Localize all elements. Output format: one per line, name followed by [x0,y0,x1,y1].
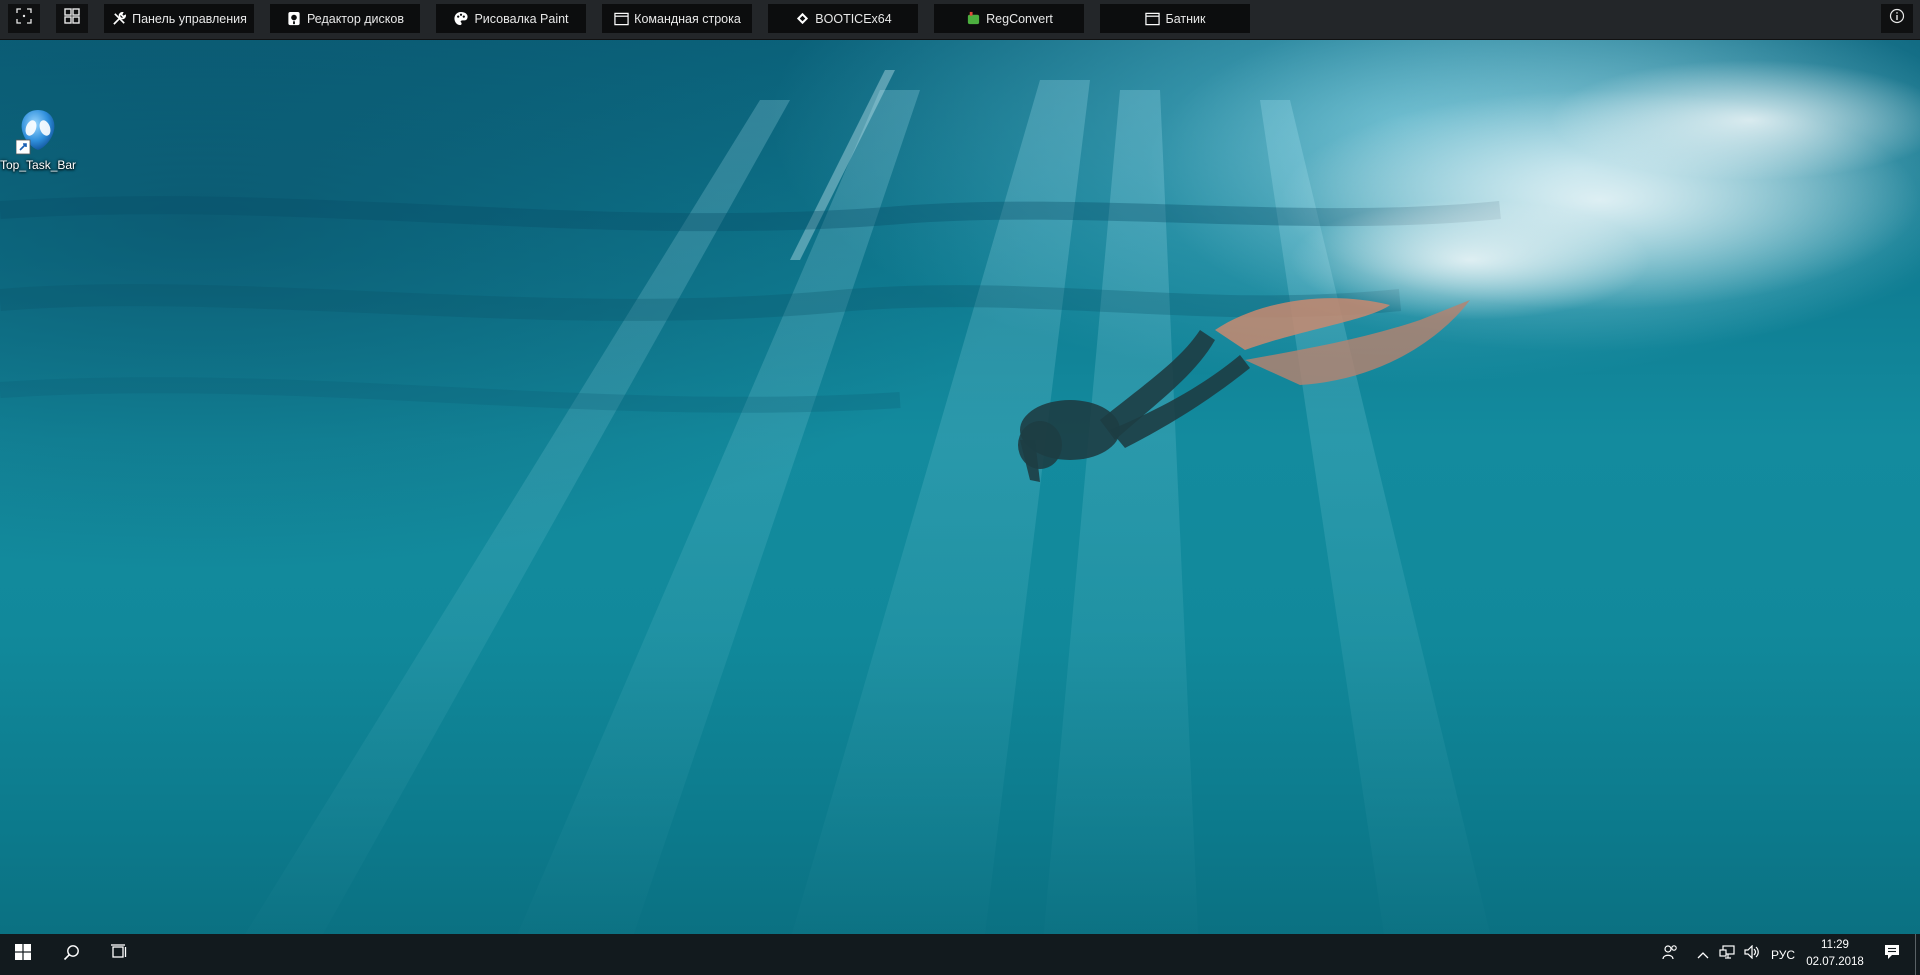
disk-editor-button[interactable]: Редактор дисков [270,4,420,33]
people-button[interactable] [1655,934,1685,975]
desktop-screen: Панель управления Редактор дисков Рисова… [0,0,1920,975]
paint-label: Рисовалка Paint [474,11,569,26]
clock[interactable]: 11:29 02.07.2018 [1795,937,1875,971]
control-panel-label: Панель управления [132,11,247,26]
notifications-icon [1884,944,1900,965]
top-task-bar: Панель управления Редактор дисков Рисова… [0,0,1920,40]
info-button[interactable] [1881,4,1913,33]
volume-button[interactable] [1740,934,1764,975]
task-view-icon [110,944,128,965]
tile-grid-button[interactable] [56,4,88,33]
screenshot-button[interactable] [8,4,40,33]
search-button[interactable] [48,934,94,975]
booticex64-button[interactable]: BOOTICEx64 [768,4,918,33]
control-panel-button[interactable]: Панель управления [104,4,254,33]
network-button[interactable] [1716,934,1738,975]
paint-palette-icon [453,11,469,27]
booticex64-label: BOOTICEx64 [815,11,892,26]
diamond-icon [794,11,810,27]
tools-icon [111,11,127,27]
batnik-label: Батник [1165,11,1206,26]
tile-grid-icon [64,8,80,29]
desktop-shortcut-top-task-bar[interactable]: Top_Task_Bar [0,106,76,176]
window-icon [1145,11,1161,27]
desktop-wallpaper [0,0,1920,975]
clock-date: 02.07.2018 [1806,956,1864,968]
window-icon [613,11,629,27]
action-center-button[interactable] [1872,934,1912,975]
show-desktop-button[interactable] [1915,934,1920,975]
info-icon [1889,8,1905,29]
screenshot-icon [16,8,32,29]
start-button[interactable] [0,934,46,975]
regconvert-icon [965,11,981,27]
desktop-shortcut-label: Top_Task_Bar [0,158,77,172]
task-view-button[interactable] [96,934,142,975]
batnik-button[interactable]: Батник [1100,4,1250,33]
regconvert-button[interactable]: RegConvert [934,4,1084,33]
show-hidden-icons-button[interactable] [1692,934,1714,975]
chevron-up-icon [1697,946,1709,964]
search-icon [63,944,80,966]
windows-logo-icon [15,944,31,965]
disk-editor-icon [286,11,302,27]
regconvert-label: RegConvert [986,11,1053,26]
speaker-icon [1744,944,1760,964]
network-icon [1719,945,1735,964]
disk-editor-label: Редактор дисков [306,11,404,26]
windows-taskbar: РУС 11:29 02.07.2018 [0,934,1920,975]
people-icon [1662,944,1678,965]
clock-time: 11:29 [1821,939,1849,951]
command-prompt-button[interactable]: Командная строка [602,4,752,33]
alien-shortcut-icon [15,108,60,163]
language-label: РУС [1770,947,1796,962]
paint-button[interactable]: Рисовалка Paint [436,4,586,33]
command-prompt-label: Командная строка [634,11,741,26]
